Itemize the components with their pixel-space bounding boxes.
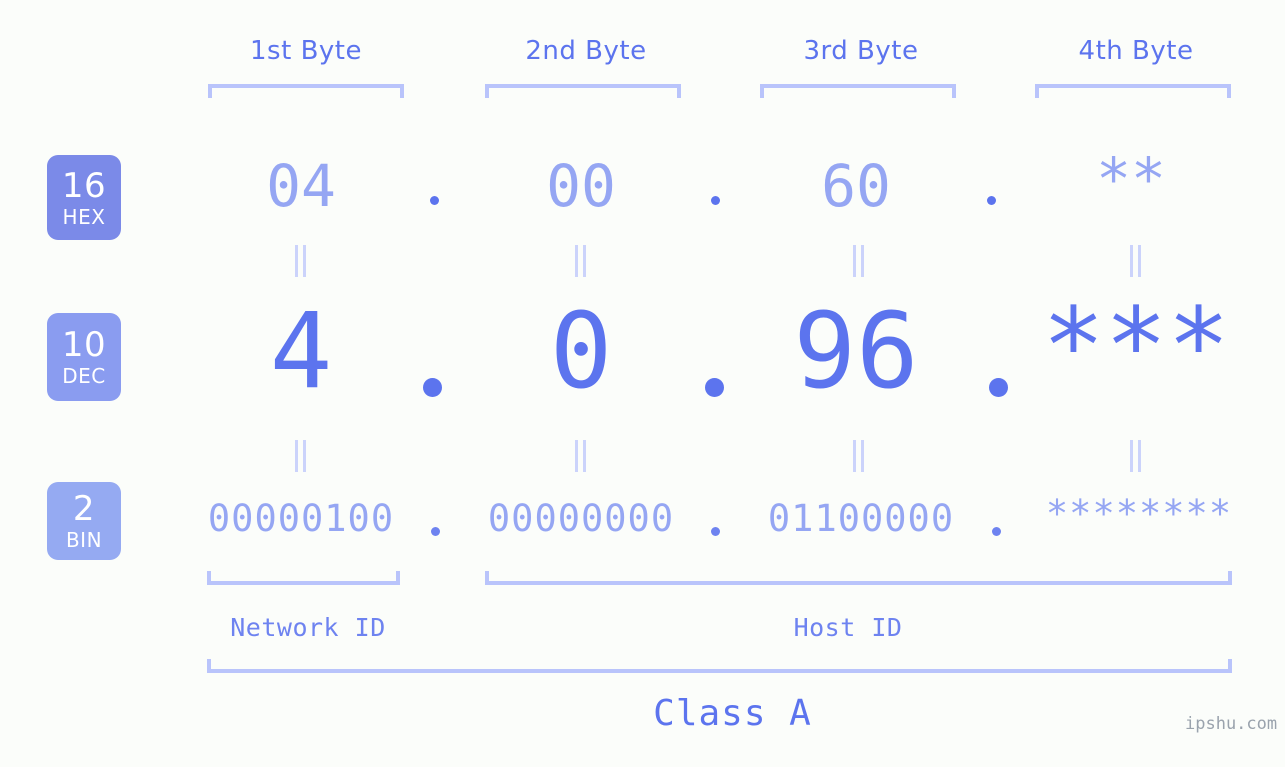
equals-marker-dec-bin-2 xyxy=(575,440,587,472)
hex-separator-3 xyxy=(987,196,996,205)
byte-bracket-3 xyxy=(760,84,956,98)
hex-octet-4: ** xyxy=(1096,145,1166,213)
byte-bracket-2 xyxy=(485,84,681,98)
base-badge-bin-number: 2 xyxy=(72,489,96,529)
bin-separator-2 xyxy=(711,527,720,536)
hex-octet-1: 04 xyxy=(266,152,336,220)
dec-octet-2: 0 xyxy=(549,290,613,412)
dec-octet-4: *** xyxy=(1042,285,1230,407)
hex-octet-3: 60 xyxy=(821,152,891,220)
bin-separator-1 xyxy=(431,527,440,536)
byte-header-2: 2nd Byte xyxy=(525,36,647,66)
byte-header-4: 4th Byte xyxy=(1078,36,1194,66)
base-badge-dec-name: DEC xyxy=(62,364,106,388)
class-label: Class A xyxy=(653,693,812,734)
dec-octet-3: 96 xyxy=(793,290,919,412)
watermark: ipshu.com xyxy=(1185,714,1278,734)
bin-octet-4: ******** xyxy=(1045,492,1233,535)
equals-marker-hex-dec-1 xyxy=(295,245,307,277)
base-badge-bin: 2 BIN xyxy=(47,482,121,560)
equals-marker-hex-dec-3 xyxy=(853,245,865,277)
hex-separator-1 xyxy=(430,196,439,205)
ip-address-diagram: 1st Byte 2nd Byte 3rd Byte 4th Byte 16 H… xyxy=(0,0,1285,767)
byte-header-3: 3rd Byte xyxy=(803,36,919,66)
base-badge-hex: 16 HEX xyxy=(47,155,121,240)
bin-separator-3 xyxy=(992,527,1001,536)
base-badge-bin-name: BIN xyxy=(65,528,103,552)
bin-octet-3: 01100000 xyxy=(767,497,955,540)
equals-marker-dec-bin-3 xyxy=(853,440,865,472)
host-id-label: Host ID xyxy=(793,613,903,642)
base-badge-dec-number: 10 xyxy=(61,325,107,365)
host-id-bracket xyxy=(485,571,1232,585)
equals-marker-hex-dec-4 xyxy=(1130,245,1142,277)
hex-octet-2: 00 xyxy=(546,152,616,220)
network-id-bracket xyxy=(207,571,400,585)
network-id-label: Network ID xyxy=(230,613,386,642)
dec-separator-3 xyxy=(989,378,1008,397)
class-bracket xyxy=(207,659,1232,673)
bin-octet-1: 00000100 xyxy=(207,497,395,540)
hex-separator-2 xyxy=(711,196,720,205)
byte-bracket-4 xyxy=(1035,84,1231,98)
dec-separator-2 xyxy=(705,378,724,397)
equals-marker-dec-bin-1 xyxy=(295,440,307,472)
dec-separator-1 xyxy=(423,378,442,397)
base-badge-hex-name: HEX xyxy=(62,204,106,229)
equals-marker-dec-bin-4 xyxy=(1130,440,1142,472)
bin-octet-2: 00000000 xyxy=(487,497,675,540)
dec-octet-1: 4 xyxy=(269,290,333,412)
byte-header-1: 1st Byte xyxy=(250,36,362,66)
base-badge-hex-number: 16 xyxy=(61,165,107,206)
byte-bracket-1 xyxy=(208,84,404,98)
base-badge-dec: 10 DEC xyxy=(47,313,121,401)
equals-marker-hex-dec-2 xyxy=(575,245,587,277)
